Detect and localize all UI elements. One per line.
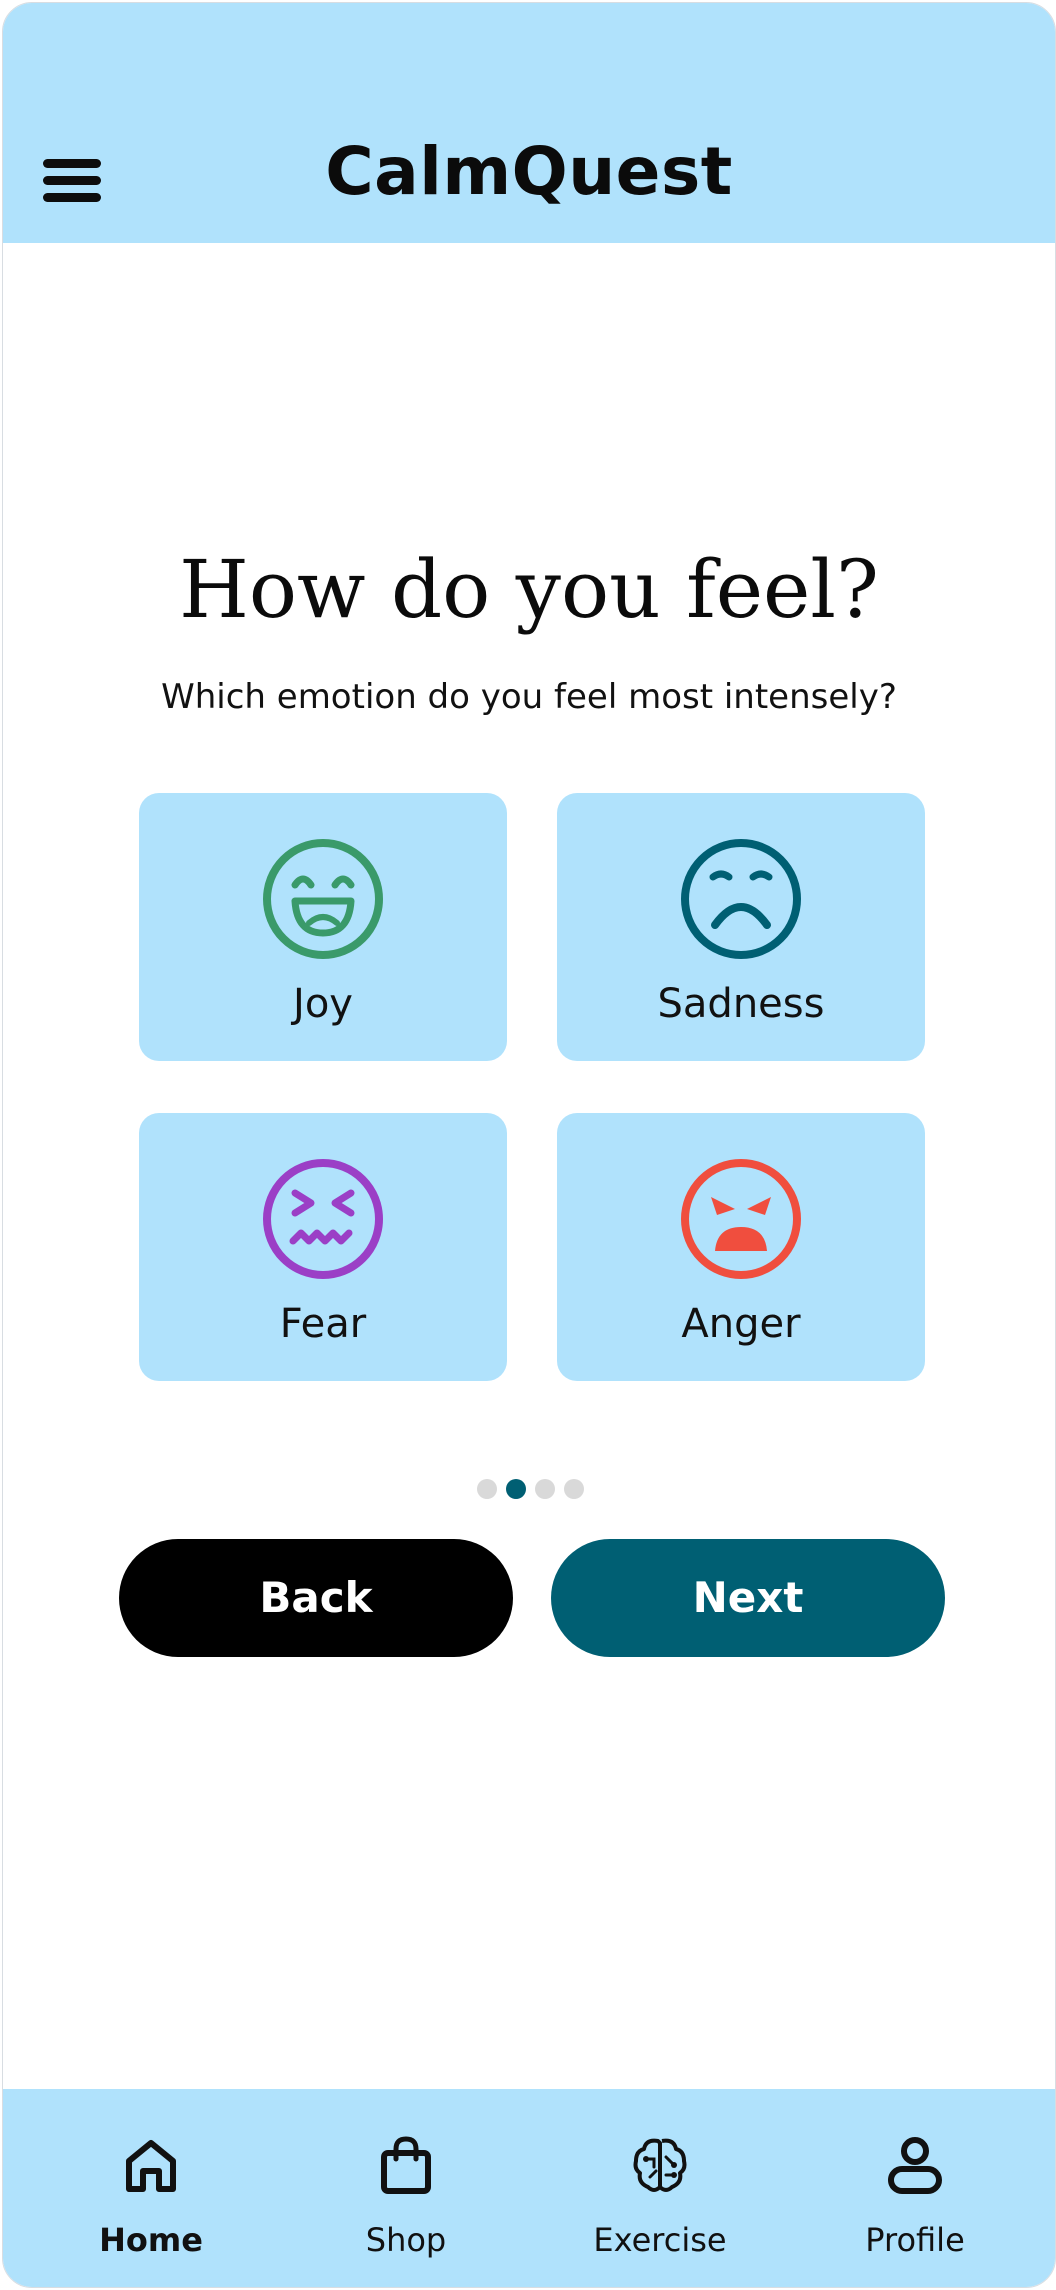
nav-label-profile: Profile [865, 2221, 965, 2259]
nav-label-shop: Shop [365, 2221, 447, 2259]
emotion-label-joy: Joy [293, 981, 353, 1027]
nav-label-exercise: Exercise [593, 2221, 727, 2259]
profile-icon [888, 2137, 942, 2194]
emotion-card-joy[interactable]: Joy [139, 793, 507, 1061]
nav-item-profile[interactable]: Profile [825, 2089, 1005, 2287]
pagination-dot-active[interactable] [506, 1479, 526, 1499]
joy-face-icon [263, 839, 383, 959]
nav-item-home[interactable]: Home [61, 2089, 241, 2287]
nav-item-exercise[interactable]: Exercise [570, 2089, 750, 2287]
app-screen: CalmQuest How do you feel? Which emotion… [2, 2, 1056, 2288]
home-icon [126, 2140, 176, 2192]
emotion-card-fear[interactable]: Fear [139, 1113, 507, 1381]
emotion-card-anger[interactable]: Anger [557, 1113, 925, 1381]
app-title: CalmQuest [325, 133, 733, 210]
pagination-dot[interactable] [535, 1479, 555, 1499]
bottom-navigation: Home Shop Exercise Profile [3, 2089, 1055, 2287]
nav-label-home: Home [99, 2221, 203, 2259]
back-button[interactable]: Back [119, 1539, 513, 1657]
app-header: CalmQuest [3, 3, 1055, 243]
next-button[interactable]: Next [551, 1539, 945, 1657]
sad-face-icon [681, 839, 801, 959]
emotion-label-sadness: Sadness [657, 981, 825, 1027]
nav-item-shop[interactable]: Shop [316, 2089, 496, 2287]
angry-face-icon [681, 1159, 801, 1279]
page-title: How do you feel? [179, 543, 879, 636]
emotion-label-fear: Fear [279, 1301, 367, 1347]
emotion-label-anger: Anger [681, 1301, 801, 1347]
shopping-bag-icon [381, 2136, 431, 2194]
emotion-card-sadness[interactable]: Sadness [557, 793, 925, 1061]
brain-icon [633, 2138, 687, 2192]
pagination-dot[interactable] [564, 1479, 584, 1499]
fear-face-icon [263, 1159, 383, 1279]
pagination-dot[interactable] [477, 1479, 497, 1499]
page-subtitle: Which emotion do you feel most intensely… [161, 677, 897, 717]
